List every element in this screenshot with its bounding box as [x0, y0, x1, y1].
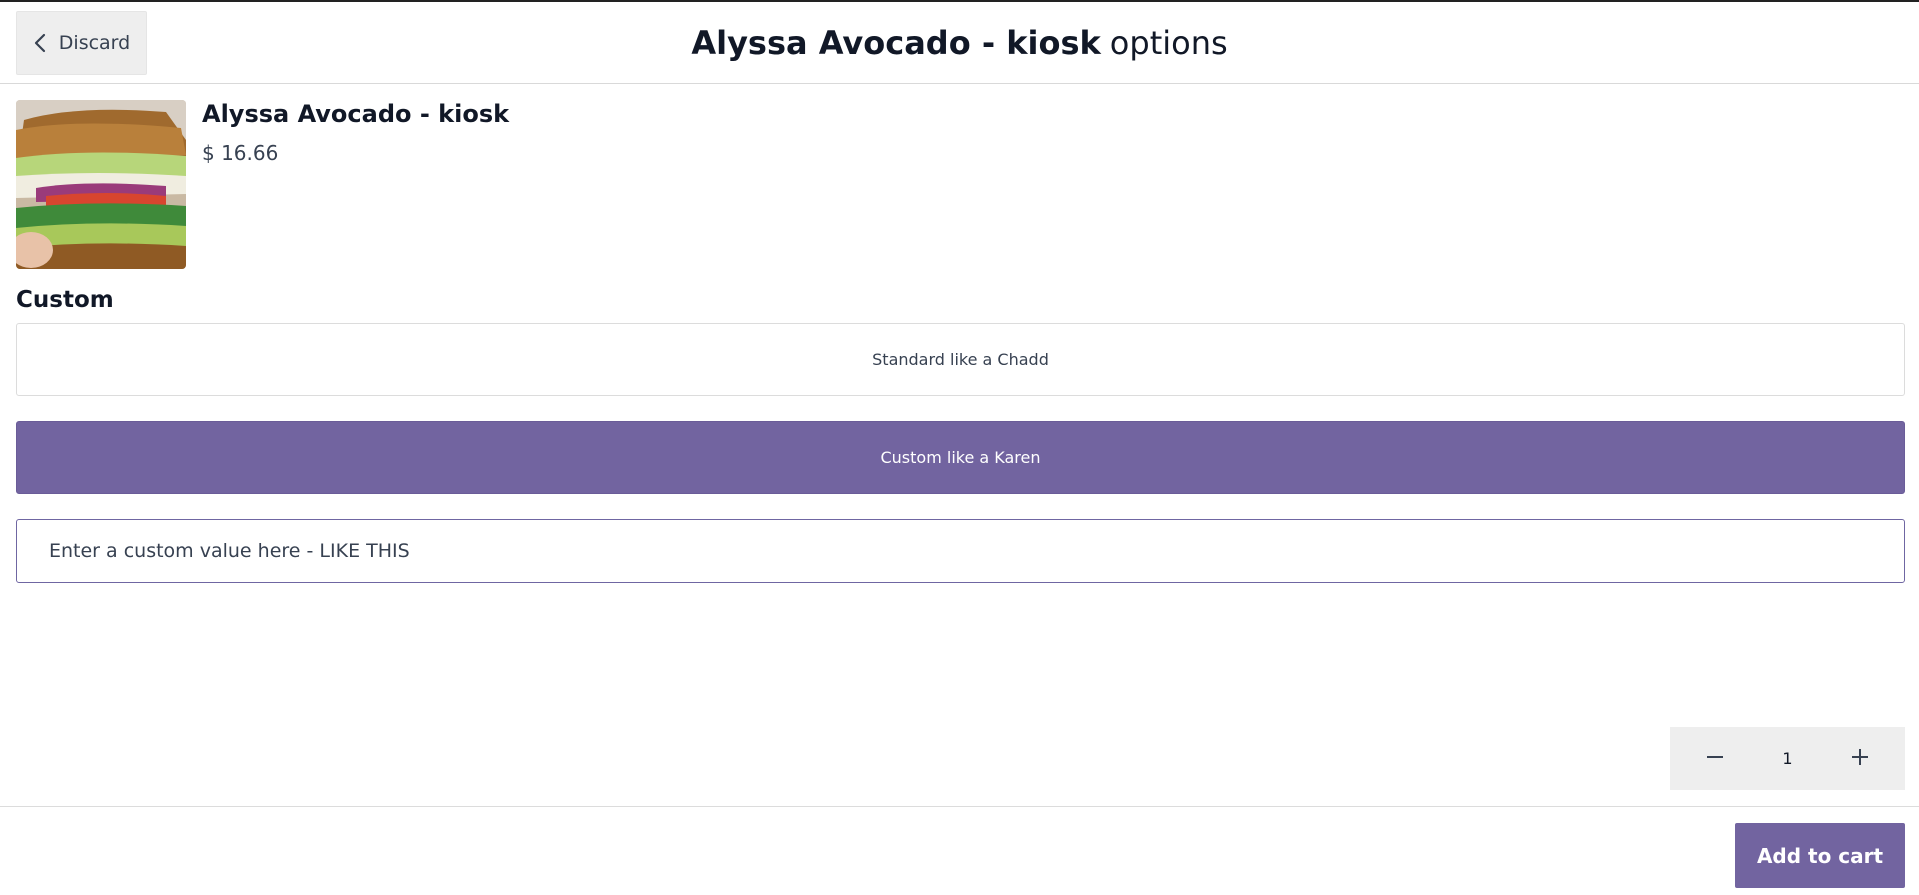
- quantity-stepper: 1: [1670, 727, 1905, 790]
- custom-value-input[interactable]: [16, 519, 1905, 583]
- sandwich-photo-icon: [16, 100, 186, 269]
- discard-button[interactable]: Discard: [16, 11, 147, 75]
- header: Alyssa Avocado - kiosk options Discard: [0, 2, 1919, 84]
- quantity-value: 1: [1782, 749, 1793, 768]
- chevron-left-icon: [33, 33, 47, 53]
- decrease-quantity-button[interactable]: [1700, 744, 1730, 774]
- custom-section-title: Custom: [16, 287, 114, 313]
- product-price: $ 16.66: [202, 141, 279, 165]
- increase-quantity-button[interactable]: [1845, 744, 1875, 774]
- page-title-product: Alyssa Avocado - kiosk: [691, 24, 1101, 62]
- product-name: Alyssa Avocado - kiosk: [202, 100, 510, 128]
- discard-label: Discard: [58, 32, 131, 54]
- minus-icon: [1705, 747, 1725, 771]
- product-options-page: Alyssa Avocado - kiosk options Discard A…: [0, 0, 1919, 895]
- option-custom-button[interactable]: Custom like a Karen: [16, 421, 1905, 494]
- page-title-suffix: options: [1109, 24, 1228, 62]
- footer-divider: [0, 806, 1919, 807]
- add-to-cart-button[interactable]: Add to cart: [1735, 823, 1905, 888]
- plus-icon: [1850, 747, 1870, 771]
- option-standard-button[interactable]: Standard like a Chadd: [16, 323, 1905, 396]
- page-title: Alyssa Avocado - kiosk options: [0, 2, 1919, 84]
